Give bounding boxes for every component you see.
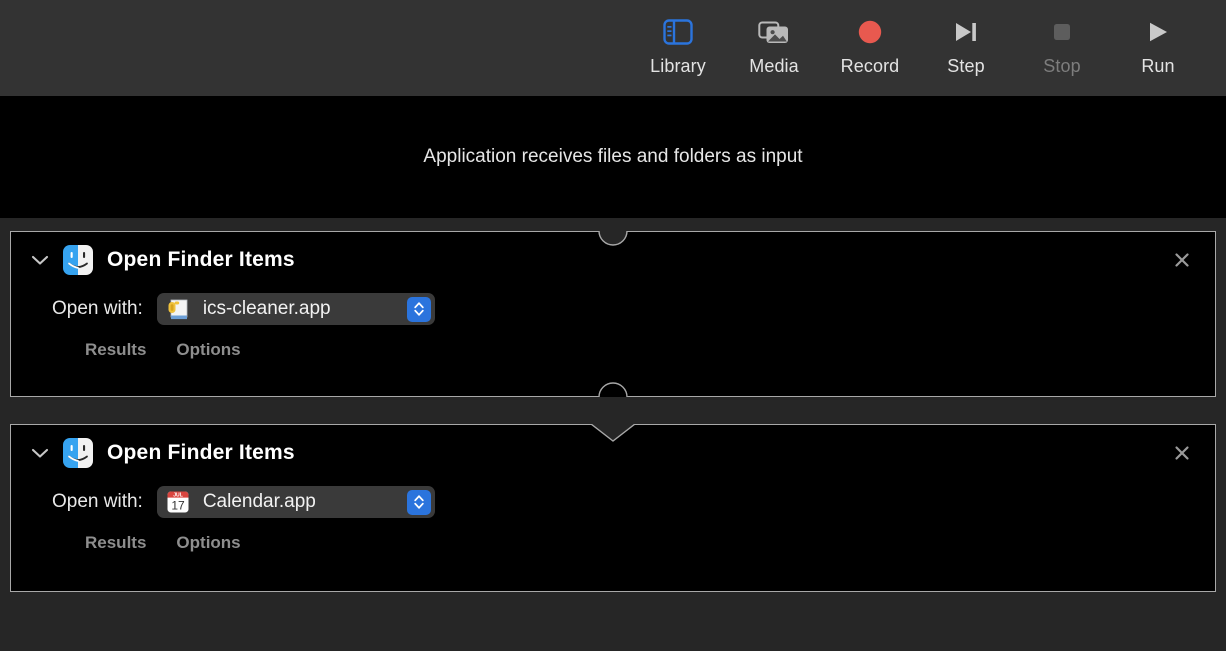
- toolbar-label-stop: Stop: [1043, 56, 1081, 76]
- finder-icon: [63, 438, 93, 468]
- toolbar-button-record[interactable]: Record: [822, 0, 918, 96]
- action-title: Open Finder Items: [107, 248, 295, 271]
- options-button[interactable]: Options: [176, 340, 240, 360]
- automator-app-icon: [165, 296, 191, 322]
- stop-icon: [1049, 14, 1075, 50]
- toolbar-label-run: Run: [1141, 56, 1175, 76]
- toolbar-label-library: Library: [650, 56, 706, 76]
- close-icon[interactable]: [1171, 249, 1193, 271]
- open-with-row: Open with: JUL 17 Calendar.app: [11, 481, 1215, 523]
- close-icon[interactable]: [1171, 442, 1193, 464]
- toolbar-button-step[interactable]: Step: [918, 0, 1014, 96]
- workflow-canvas: Open Finder Items Open with: ics-cleaner…: [0, 231, 1226, 651]
- toolbar-button-stop[interactable]: Stop: [1014, 0, 1110, 96]
- action-footer: Results Options: [11, 330, 1215, 370]
- library-icon: [663, 14, 693, 50]
- toolbar-label-step: Step: [947, 56, 985, 76]
- run-icon: [1145, 14, 1171, 50]
- finder-icon: [63, 245, 93, 275]
- calendar-app-icon: JUL 17: [165, 489, 191, 515]
- connector-notch-bottom: [573, 371, 653, 397]
- toolbar-label-record: Record: [840, 56, 900, 76]
- step-icon: [952, 14, 980, 50]
- action-card-open-finder-items-1[interactable]: Open Finder Items Open with: ics-cleaner…: [10, 231, 1216, 397]
- action-title: Open Finder Items: [107, 441, 295, 464]
- chevron-down-icon[interactable]: [27, 440, 53, 466]
- results-button[interactable]: Results: [85, 533, 146, 553]
- toolbar-button-run[interactable]: Run: [1110, 0, 1206, 96]
- results-button[interactable]: Results: [85, 340, 146, 360]
- open-with-popup-button[interactable]: ics-cleaner.app: [156, 293, 435, 325]
- open-with-label: Open with:: [52, 491, 143, 512]
- stepper-up-down-icon[interactable]: [406, 296, 431, 322]
- open-with-row: Open with: ics-cleaner.app: [11, 288, 1215, 330]
- workflow-input-banner: Application receives files and folders a…: [0, 96, 1226, 218]
- options-button[interactable]: Options: [176, 533, 240, 553]
- toolbar-button-library[interactable]: Library: [630, 0, 726, 96]
- action-card-open-finder-items-2[interactable]: Open Finder Items Open with: JUL 17 Cale…: [10, 424, 1216, 592]
- open-with-value: Calendar.app: [202, 491, 316, 512]
- calendar-day-label: 17: [171, 498, 185, 512]
- open-with-value: ics-cleaner.app: [202, 298, 331, 319]
- toolbar-button-media[interactable]: Media: [726, 0, 822, 96]
- action-header: Open Finder Items: [11, 232, 1215, 288]
- toolbar: Library Media Record Step Stop Run: [0, 0, 1226, 96]
- action-header: Open Finder Items: [11, 425, 1215, 481]
- workflow-input-text: Application receives files and folders a…: [423, 146, 803, 167]
- open-with-popup-button[interactable]: JUL 17 Calendar.app: [156, 486, 435, 518]
- action-footer: Results Options: [11, 523, 1215, 563]
- chevron-down-icon[interactable]: [27, 247, 53, 273]
- media-icon: [758, 14, 790, 50]
- record-icon: [857, 14, 883, 50]
- open-with-label: Open with:: [52, 298, 143, 319]
- toolbar-label-media: Media: [749, 56, 799, 76]
- stepper-up-down-icon[interactable]: [406, 489, 431, 515]
